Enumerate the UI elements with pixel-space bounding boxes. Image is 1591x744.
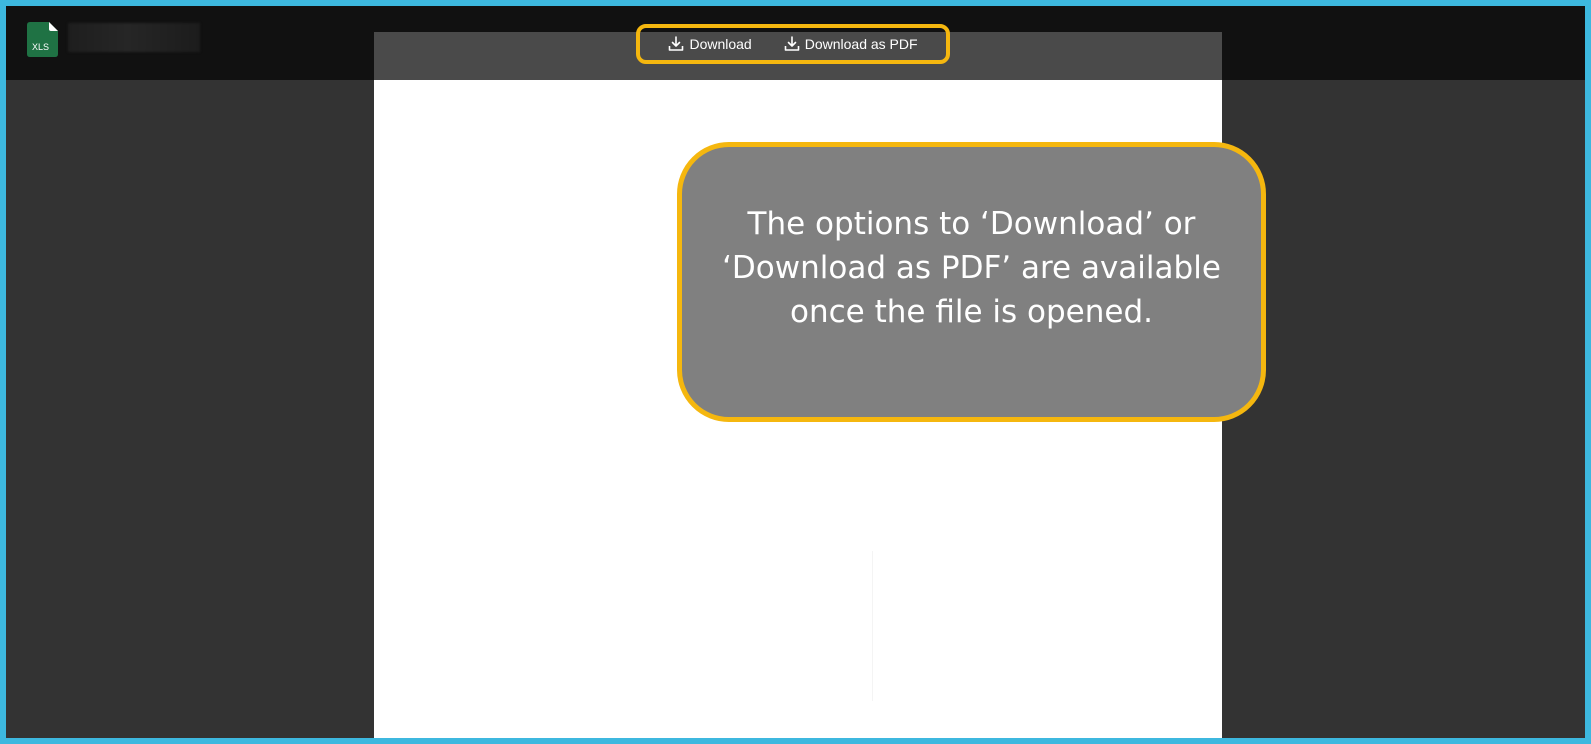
download-button-label: Download [689, 36, 752, 52]
file-name-redacted [68, 23, 200, 52]
file-type-label: XLS [32, 42, 49, 52]
download-icon [668, 36, 684, 52]
callout-text: The options to ‘Download’ or ‘Download a… [722, 206, 1221, 330]
screenshot-frame: XLS Download Download as PDF The options… [0, 0, 1591, 744]
download-icon [784, 36, 800, 52]
download-button[interactable]: Download [668, 36, 752, 52]
instruction-callout: The options to ‘Download’ or ‘Download a… [677, 142, 1266, 422]
excel-file-icon: XLS [27, 22, 58, 57]
page-faint-divider [872, 551, 873, 701]
download-toolbar-highlight: Download Download as PDF [636, 24, 950, 64]
download-as-pdf-button[interactable]: Download as PDF [784, 36, 918, 52]
download-as-pdf-button-label: Download as PDF [804, 36, 918, 52]
